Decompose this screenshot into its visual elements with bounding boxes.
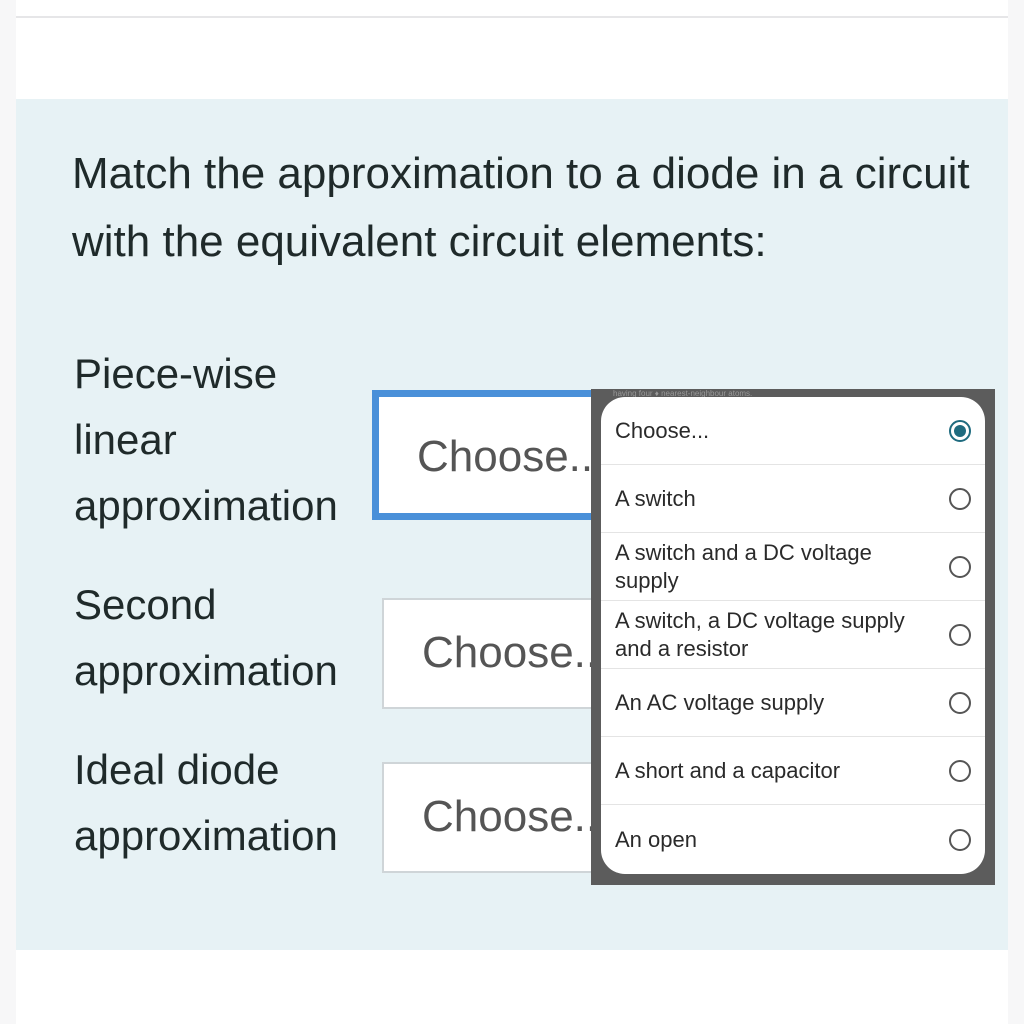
option-switch-dc[interactable]: A switch and a DC voltage supply	[601, 533, 985, 601]
select-ideal-value: Choose...	[422, 792, 611, 841]
radio-icon[interactable]	[949, 487, 971, 510]
radio-icon[interactable]	[949, 623, 971, 646]
question-text: Match the approximation to a diode in a …	[72, 149, 970, 266]
select-ideal[interactable]: Choose...	[382, 762, 622, 873]
select-piecewise-value: Choose...	[417, 432, 606, 481]
option-switch-dc-resistor[interactable]: A switch, a DC voltage supply and a resi…	[601, 601, 985, 669]
radio-icon[interactable]	[949, 555, 971, 578]
row-label-piecewise: Piece-wise linear approximation	[74, 350, 338, 529]
dropdown-sheet: Choose... A switch A switch and a DC vol…	[601, 397, 985, 874]
option-choose[interactable]: Choose...	[601, 397, 985, 465]
option-label: A short and a capacitor	[615, 757, 841, 783]
row-label-ideal: Ideal diode approximation	[74, 746, 338, 859]
option-label: A switch	[615, 485, 696, 511]
option-ac-supply[interactable]: An AC voltage supply	[601, 669, 985, 737]
radio-checked-icon[interactable]	[949, 419, 971, 442]
select-piecewise[interactable]: Choose...	[372, 390, 622, 520]
row-label-second: Second approximation	[74, 581, 338, 694]
option-label: An AC voltage supply	[615, 689, 825, 715]
radio-icon[interactable]	[949, 691, 971, 714]
radio-icon[interactable]	[949, 759, 971, 782]
option-short-capacitor[interactable]: A short and a capacitor	[601, 737, 985, 805]
option-switch[interactable]: A switch	[601, 465, 985, 533]
top-divider	[16, 16, 1008, 18]
option-label: A switch and a DC voltage supply	[615, 539, 872, 593]
select-second[interactable]: Choose...	[382, 598, 622, 709]
option-label: Choose...	[615, 417, 710, 443]
option-open[interactable]: An open	[601, 805, 985, 874]
option-label: An open	[615, 826, 697, 852]
select-second-value: Choose...	[422, 628, 611, 677]
option-label: A switch, a DC voltage supply and a resi…	[615, 607, 905, 661]
radio-icon[interactable]	[949, 828, 971, 851]
